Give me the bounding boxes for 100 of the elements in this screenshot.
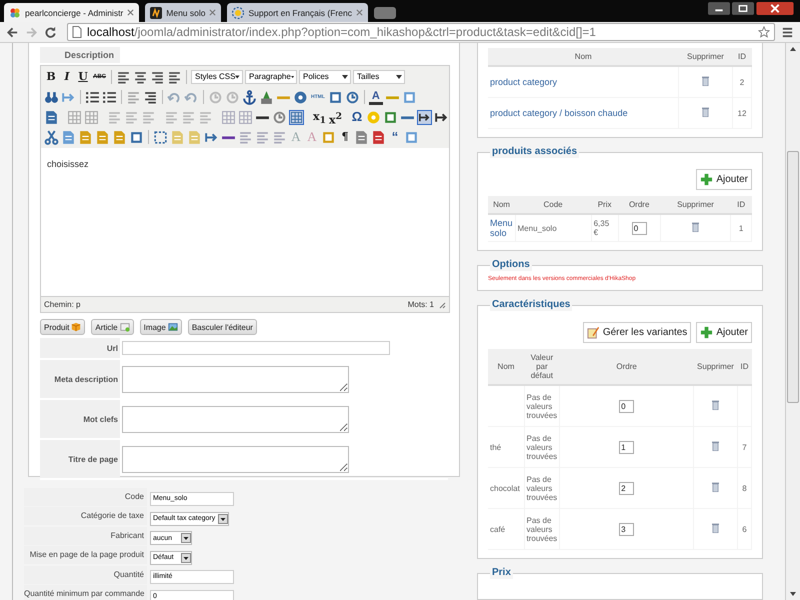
- fullscreen-icon[interactable]: [402, 90, 417, 104]
- address-field[interactable]: localhost/joomla/administrator/index.php?option=com_hikashop&ctrl=product&task=edit&cid[]=1: [67, 23, 775, 41]
- format-button[interactable]: B: [44, 69, 58, 85]
- scroll-up-icon[interactable]: [789, 46, 797, 52]
- align-center-icon[interactable]: [133, 70, 148, 84]
- grid-icon[interactable]: [289, 110, 304, 124]
- text-area[interactable]: [122, 366, 349, 392]
- order-field[interactable]: 0: [632, 222, 647, 234]
- grid-icon[interactable]: [221, 110, 236, 124]
- text-direction-icon[interactable]: [417, 110, 432, 124]
- toolbar-select[interactable]: Styles CSS: [191, 70, 243, 84]
- table-icon[interactable]: [84, 110, 99, 124]
- format-button[interactable]: I: [60, 69, 74, 85]
- binoculars-icon[interactable]: [44, 90, 59, 104]
- restore-icon[interactable]: [732, 2, 754, 15]
- format-button[interactable]: x$^{2}$: [328, 109, 342, 125]
- format-button[interactable]: A: [368, 90, 383, 104]
- editor-button[interactable]: Basculer l'éditeur: [188, 319, 257, 335]
- numbered-list-icon[interactable]: [102, 90, 117, 104]
- add-button[interactable]: Ajouter: [696, 322, 752, 343]
- editor-button[interactable]: Article: [91, 319, 134, 335]
- order-field[interactable]: 3: [619, 522, 634, 536]
- table-column-icon[interactable]: [198, 110, 213, 124]
- paste-icon[interactable]: [95, 130, 110, 144]
- trash-icon[interactable]: [712, 400, 719, 410]
- indent-icon[interactable]: [143, 90, 158, 104]
- table-cell: Pas de valeurs trouvées: [524, 468, 560, 508]
- align-right-icon[interactable]: [150, 70, 165, 84]
- field-label: Quantité minimum par commande: [24, 585, 147, 600]
- editor-button[interactable]: Produit: [40, 319, 86, 335]
- paste-icon[interactable]: [78, 130, 93, 144]
- browser-tab[interactable]: Menu solo: [145, 3, 222, 22]
- format-button[interactable]: ¶: [338, 129, 352, 145]
- star-icon[interactable]: [758, 26, 770, 38]
- scroll-down-icon[interactable]: [789, 591, 797, 597]
- trash-icon[interactable]: [712, 482, 719, 492]
- text-area[interactable]: [122, 406, 349, 432]
- table-column-icon[interactable]: [164, 110, 179, 124]
- format-button[interactable]: “: [388, 129, 402, 145]
- anchor-icon[interactable]: [242, 90, 257, 104]
- scissors-icon[interactable]: [44, 130, 59, 144]
- order-field[interactable]: 1: [619, 440, 634, 454]
- manage-variants-button[interactable]: Gérer les variantes: [582, 322, 692, 343]
- back-arrow-icon[interactable]: [6, 26, 19, 38]
- scrollbar-thumb[interactable]: [787, 151, 799, 403]
- format-button[interactable]: x$_{1}$: [312, 109, 326, 125]
- table-row-icon[interactable]: [124, 110, 139, 124]
- toolbar-select[interactable]: Polices: [299, 70, 351, 84]
- text-area[interactable]: [122, 446, 349, 472]
- bullet-list-icon[interactable]: [85, 90, 100, 104]
- align-left-icon[interactable]: [116, 70, 131, 84]
- toolbar-select[interactable]: Paragraphe: [245, 70, 297, 84]
- add-button[interactable]: Ajouter: [696, 169, 752, 190]
- field-label: Quantité: [24, 566, 147, 584]
- table-row-icon[interactable]: [107, 110, 122, 124]
- text-field[interactable]: [122, 341, 390, 355]
- paste-icon[interactable]: [112, 130, 127, 144]
- block-icon[interactable]: [404, 130, 419, 144]
- trash-icon[interactable]: [692, 222, 700, 232]
- element-path: Chemin: p: [44, 300, 80, 309]
- selection-icon[interactable]: [153, 130, 168, 144]
- table-row-icon[interactable]: [141, 110, 156, 124]
- image-icon[interactable]: [259, 90, 274, 104]
- category-link[interactable]: product category: [490, 77, 558, 87]
- justify-icon[interactable]: [167, 70, 182, 84]
- copy-icon[interactable]: [61, 130, 76, 144]
- scrollbar[interactable]: [785, 43, 800, 600]
- browser-tab[interactable]: Support en Français (Frenc: [227, 3, 368, 22]
- document-icon: [120, 322, 130, 332]
- reload-icon[interactable]: [44, 26, 57, 38]
- browser-tab[interactable]: pearlconcierge - Administr: [4, 3, 140, 22]
- template-icon[interactable]: [371, 130, 386, 144]
- forward-arrow-icon[interactable]: [25, 26, 38, 38]
- resize-grip-icon[interactable]: [438, 300, 446, 308]
- image-icon: [168, 322, 178, 332]
- trash-icon[interactable]: [702, 76, 709, 86]
- product-link[interactable]: Menu solo: [490, 218, 513, 238]
- menu-icon[interactable]: [781, 26, 794, 38]
- toolbar-select[interactable]: Tailles: [353, 70, 405, 84]
- help-icon[interactable]: [293, 90, 308, 104]
- order-field[interactable]: 0: [619, 400, 634, 412]
- table-column-icon[interactable]: [181, 110, 196, 124]
- trash-icon[interactable]: [712, 441, 719, 451]
- format-button[interactable]: U: [76, 69, 90, 85]
- editor-button[interactable]: Image: [140, 319, 182, 335]
- small-text-icon[interactable]: [255, 130, 270, 144]
- format-button[interactable]: Ω: [350, 109, 364, 125]
- trash-icon[interactable]: [702, 107, 709, 117]
- new-tab-button[interactable]: [374, 7, 396, 19]
- minimize-icon[interactable]: [708, 2, 730, 15]
- small-text-icon[interactable]: [272, 130, 287, 144]
- category-link[interactable]: product category / boisson chaude: [490, 108, 628, 118]
- order-field[interactable]: 2: [619, 482, 634, 494]
- preview-icon[interactable]: [354, 130, 369, 144]
- close-icon[interactable]: [756, 2, 794, 15]
- field-label: Catégorie de taxe: [24, 507, 147, 526]
- trash-icon[interactable]: [712, 523, 719, 533]
- table-icon[interactable]: [67, 110, 82, 124]
- clock-icon[interactable]: [344, 90, 360, 104]
- edit-icon[interactable]: [44, 110, 59, 124]
